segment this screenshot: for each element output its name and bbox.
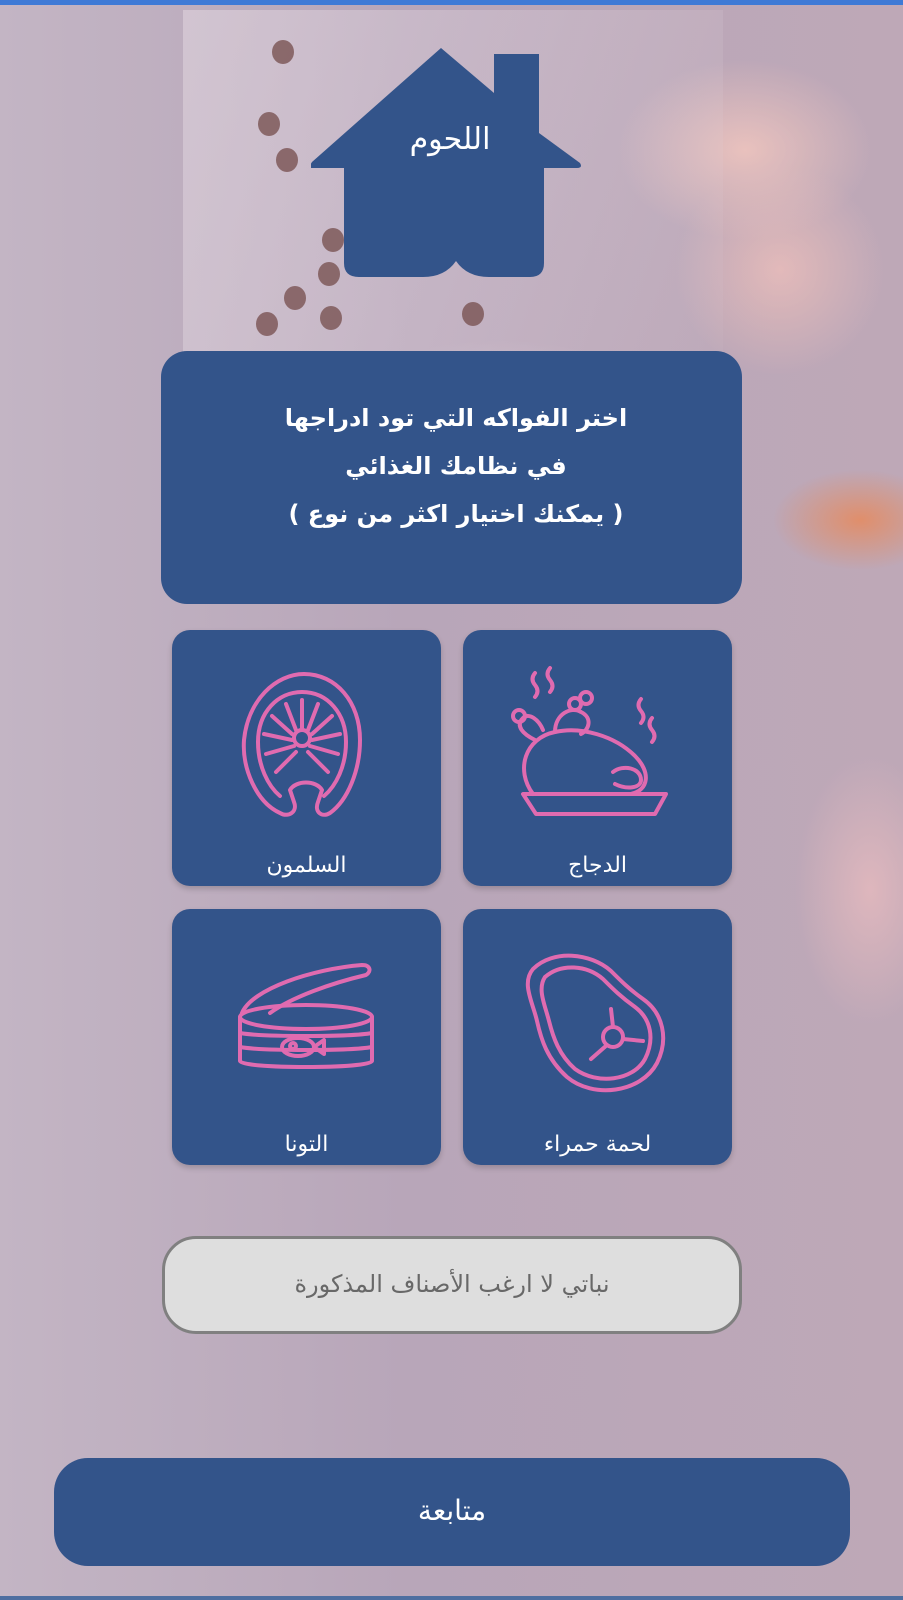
page-title: اللحوم [409,122,491,157]
status-bar-line [0,0,903,5]
background-peppercorn [256,312,278,336]
option-label: لحمة حمراء [543,1132,652,1157]
instructions-line-1: اختر الفواكه التي تود ادراجها [284,404,628,432]
background-peppercorn [272,40,294,64]
instructions-text: اختر الفواكه التي تود ادراجها في نظامك ا… [206,394,706,538]
background-peppercorn [276,148,298,172]
background-peppercorn [284,286,306,310]
vegetarian-option-label: نباتي لا ارغب الأصناف المذكورة [294,1270,610,1298]
home-icon[interactable] [311,45,591,285]
option-label: السلمون [266,853,347,878]
salmon-steak-icon [241,672,362,817]
roast-chicken-icon [511,666,668,816]
bottom-edge-bar [0,1596,903,1600]
instructions-line-3: ( يمكنك اختيار اكثر من نوع ) [288,500,624,528]
vegetarian-option-button[interactable]: نباتي لا ارغب الأصناف المذكورة [162,1236,742,1334]
instructions-line-2: في نظامك الغذائي [345,452,567,480]
background-peppercorn [320,306,342,330]
option-label: التونا [284,1132,329,1157]
background-peppercorn [258,112,280,136]
option-tile-red-meat[interactable]: لحمة حمراء [463,909,732,1165]
option-tile-chicken[interactable]: الدجاج [463,630,732,886]
background-peppercorn [462,302,484,326]
option-label: الدجاج [568,853,627,878]
continue-button-label: متابعة [417,1494,487,1527]
instructions-card: اختر الفواكه التي تود ادراجها في نظامك ا… [161,351,742,604]
tuna-can-icon [238,963,374,1069]
option-tile-salmon[interactable]: السلمون [172,630,441,886]
steak-icon [525,953,666,1093]
continue-button[interactable]: متابعة [54,1458,850,1566]
option-tile-tuna[interactable]: التونا [172,909,441,1165]
